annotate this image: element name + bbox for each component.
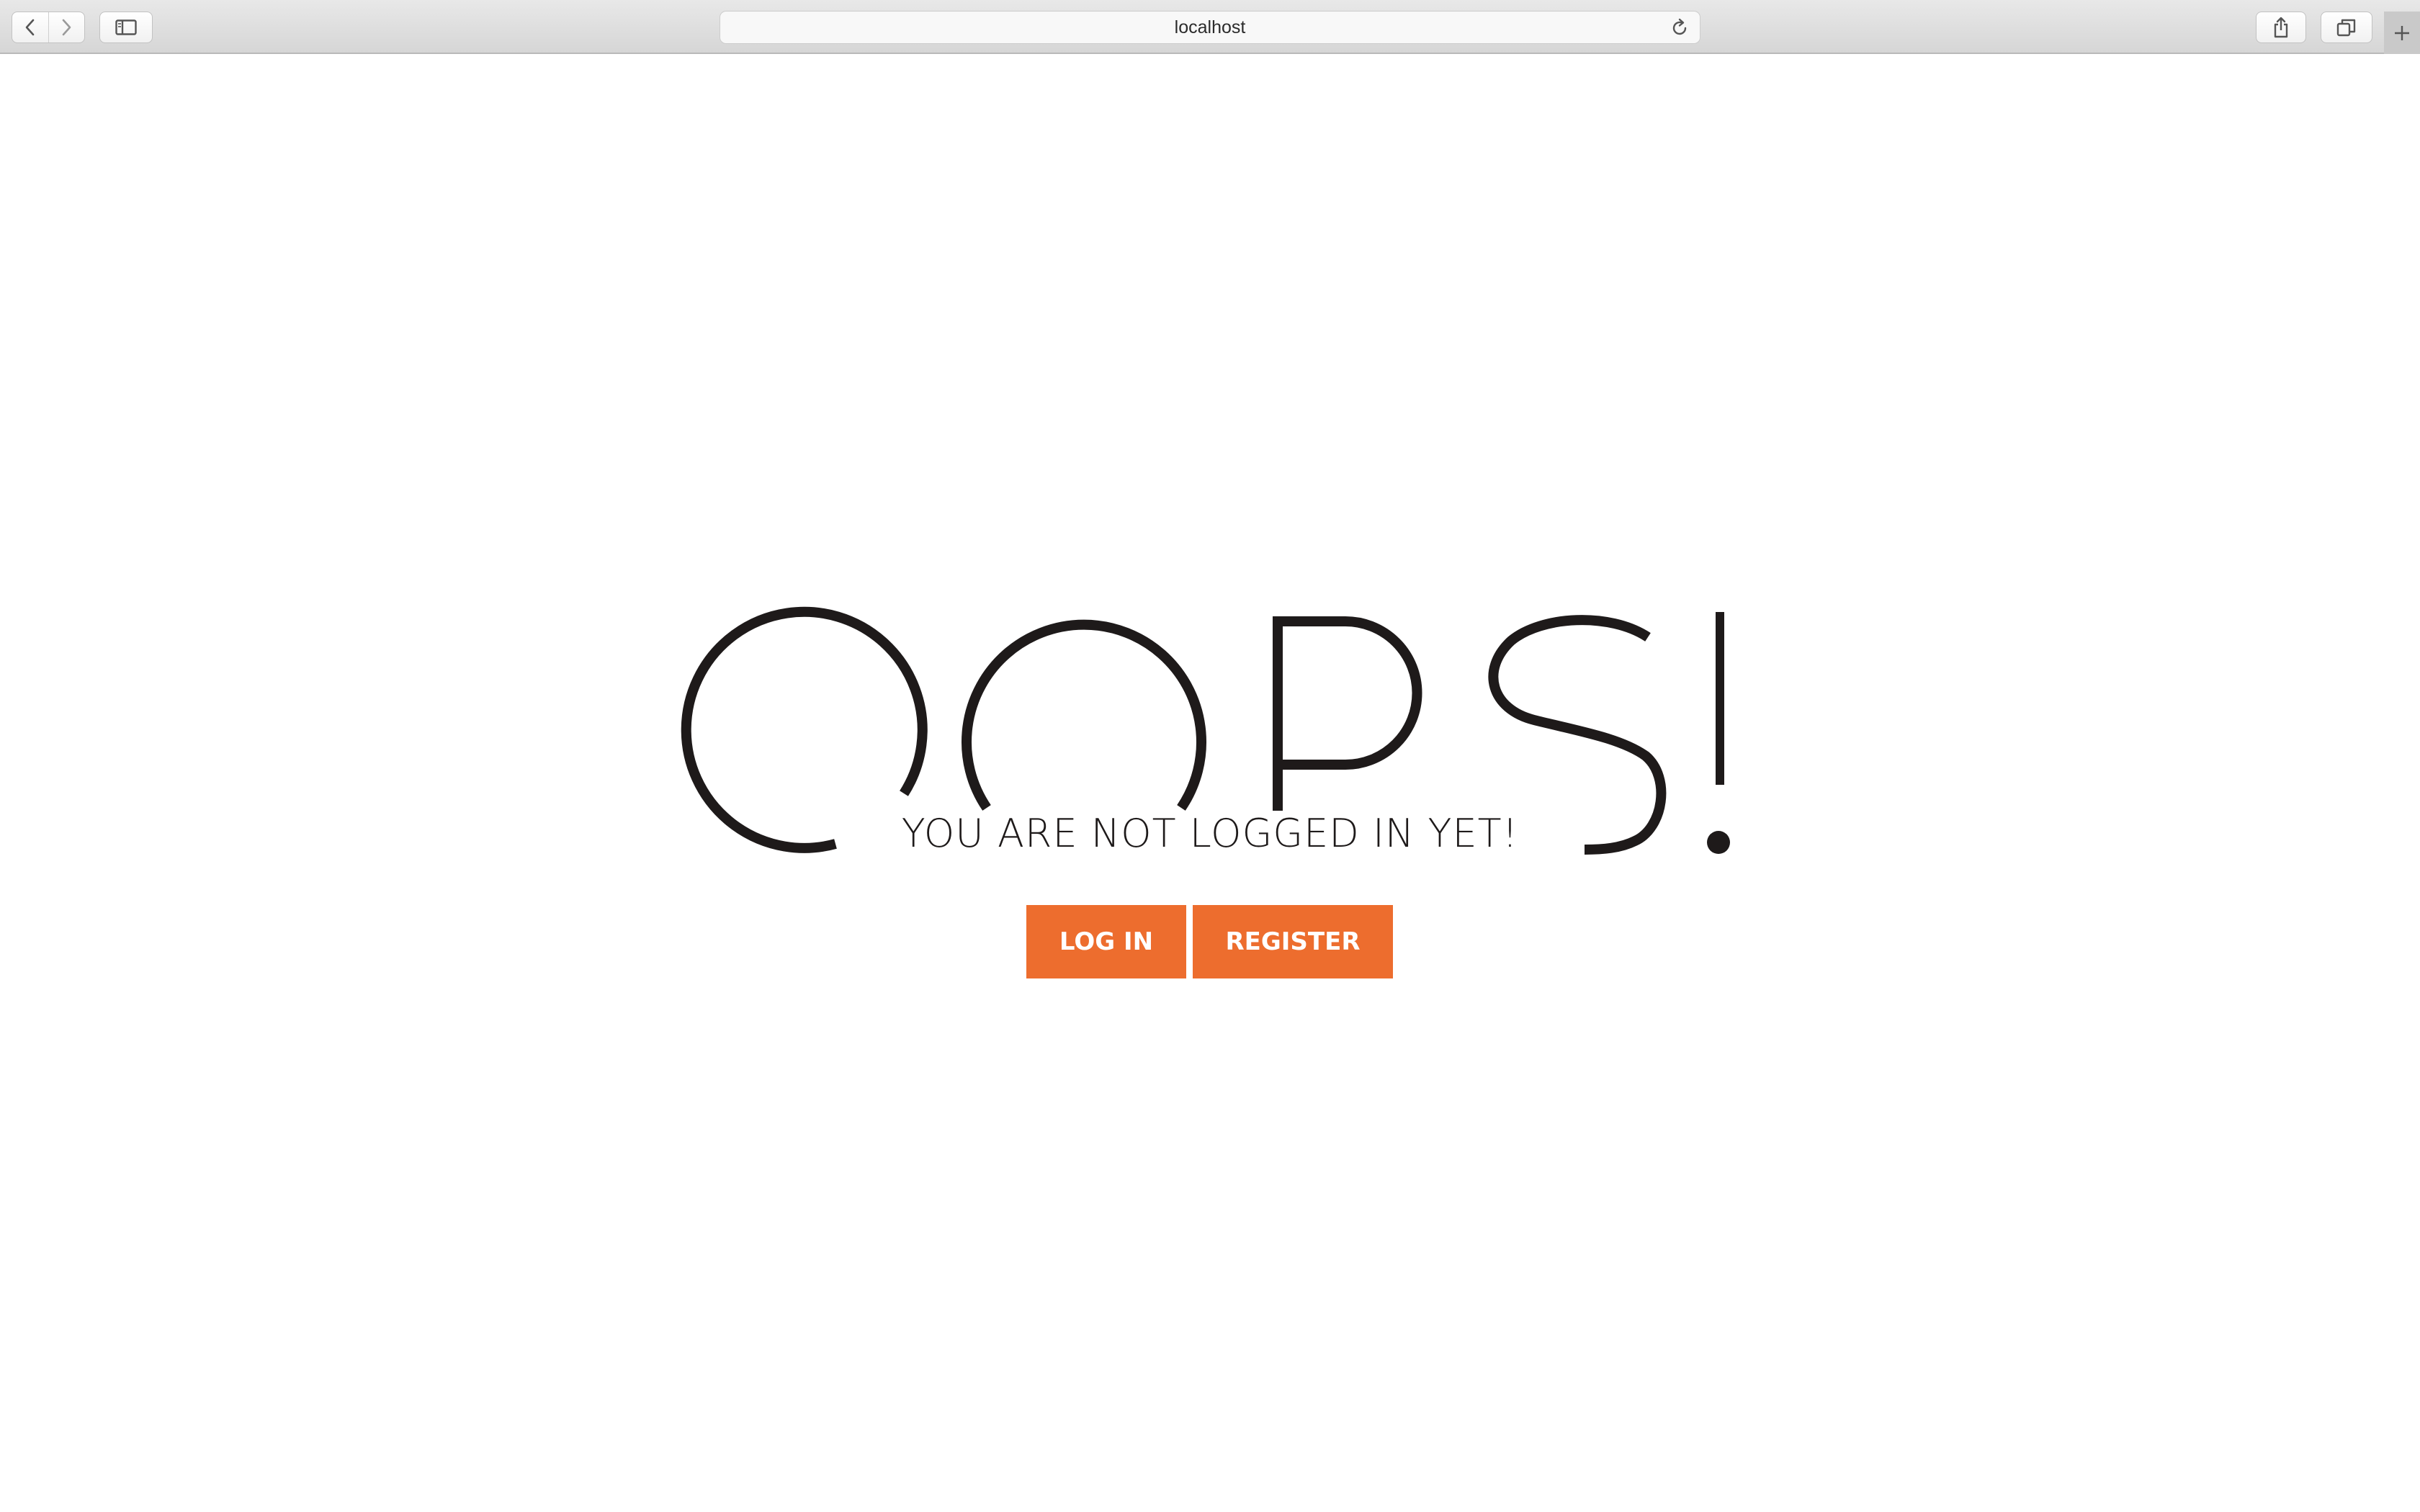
reload-icon[interactable] [1670, 18, 1690, 38]
share-icon [2274, 17, 2288, 38]
not-logged-in-message: YOU ARE NOT LOGGED IN YET! [0, 805, 2420, 863]
login-button[interactable]: LOG IN [1026, 905, 1186, 978]
address-bar[interactable]: localhost [720, 11, 1700, 44]
sidebar-icon [115, 19, 137, 35]
share-button[interactable] [2256, 12, 2306, 43]
chevron-left-icon [25, 19, 35, 36]
back-button[interactable] [12, 12, 48, 42]
message-text: YOU ARE NOT LOGGED IN YET! [891, 811, 1529, 856]
new-tab-button[interactable] [2384, 12, 2420, 54]
auth-actions: LOG IN REGISTER [1026, 905, 1393, 978]
chevron-right-icon [62, 19, 71, 36]
forward-button[interactable] [48, 12, 85, 42]
sidebar-button[interactable] [99, 12, 153, 43]
navigation-buttons [12, 12, 85, 43]
plus-icon [2395, 25, 2409, 40]
tabs-icon [2336, 19, 2356, 37]
url-text: localhost [1174, 17, 1246, 37]
register-button[interactable]: REGISTER [1193, 905, 1393, 978]
browser-toolbar: localhost [0, 0, 2420, 54]
show-tabs-button[interactable] [2321, 12, 2372, 43]
